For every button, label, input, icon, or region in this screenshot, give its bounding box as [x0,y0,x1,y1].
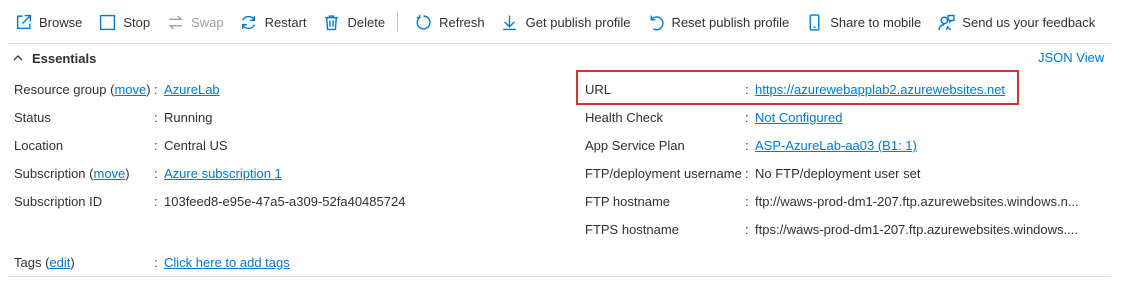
location-row: Location [14,136,63,154]
health-check-row: Health Check [585,108,663,126]
location-value: Central US [164,138,228,153]
feedback-button[interactable]: Send us your feedback [937,8,1095,36]
ftps-hostname-label: FTPS hostname [585,221,679,237]
colon: : [745,222,749,237]
delete-label: Delete [347,14,386,30]
swap-label: Swap [191,14,224,30]
status-value: Running [164,110,213,125]
feedback-person-icon [937,13,955,31]
ftp-username-row: FTP/deployment username [585,164,742,182]
subscription-id-value: 103feed8-e95e-47a5-a309-52fa40485724 [164,194,406,209]
url-row: URL [585,80,611,98]
json-view-link[interactable]: JSON View [1038,50,1104,65]
essentials-toggle[interactable]: Essentials [12,50,96,66]
ftp-username-value: No FTP/deployment user set [755,166,921,181]
tags-edit-link[interactable]: edit [49,255,70,270]
get-publish-profile-label: Get publish profile [525,14,631,30]
stop-button[interactable]: Stop [98,8,150,36]
refresh-icon [414,13,432,31]
download-icon [501,13,519,31]
tags-row: Tags (edit) [14,253,75,271]
tags-label: Tags [14,254,42,270]
colon: : [745,110,749,125]
subscription-id-label: Subscription ID [14,193,103,209]
ftp-username-label: FTP/deployment username [585,165,742,181]
url-value-link[interactable]: https://azurewebapplab2.azurewebsites.ne… [755,82,1005,97]
resource-group-value-link[interactable]: AzureLab [164,82,220,97]
paren-open: ( [85,165,94,181]
ftps-hostname-row: FTPS hostname [585,220,679,238]
subscription-value-link[interactable]: Azure subscription 1 [164,166,282,181]
resource-group-move-link[interactable]: move [114,82,146,97]
ftps-hostname-value: ftps://waws-prod-dm1-207.ftp.azurewebsit… [755,222,1078,237]
reset-publish-profile-button[interactable]: Reset publish profile [646,8,789,36]
paren-close: ) [125,165,130,181]
stop-icon [98,13,116,31]
subscription-label: Subscription [14,165,86,181]
ftp-hostname-label: FTP hostname [585,193,671,209]
paren-open: ( [106,81,115,97]
get-publish-profile-button[interactable]: Get publish profile [501,8,631,36]
restart-button[interactable]: Restart [240,8,307,36]
colon: : [154,110,158,125]
external-link-icon [14,13,32,31]
reset-publish-profile-label: Reset publish profile [671,14,790,30]
subscription-move-link[interactable]: move [94,166,126,181]
subscription-id-row: Subscription ID [14,192,102,210]
app-service-plan-value-link[interactable]: ASP-AzureLab-aa03 (B1: 1) [755,138,917,153]
app-service-plan-label: App Service Plan [585,137,685,153]
paren-open: ( [41,254,50,270]
colon: : [154,255,158,270]
paren-close: ) [70,254,75,270]
status-label: Status [14,109,51,125]
browse-button[interactable]: Browse [14,8,82,36]
restart-icon [240,13,258,31]
resource-group-row: Resource group (move) [14,80,151,98]
undo-icon [646,13,664,31]
delete-button[interactable]: Delete [323,8,386,36]
app-service-plan-row: App Service Plan [585,136,685,154]
swap-button[interactable]: Swap [166,8,224,36]
health-check-label: Health Check [585,109,664,125]
feedback-label: Send us your feedback [962,14,1096,30]
share-to-mobile-button[interactable]: Share to mobile [805,8,921,36]
colon: : [154,194,158,209]
chevron-up-icon [13,55,23,61]
location-label: Location [14,137,64,153]
resource-group-label: Resource group [14,81,107,97]
toolbar-divider-line [8,43,1111,44]
colon: : [154,82,158,97]
ftp-hostname-row: FTP hostname [585,192,670,210]
colon: : [154,138,158,153]
colon: : [745,138,749,153]
colon: : [745,166,749,181]
colon: : [745,194,749,209]
colon: : [745,82,749,97]
paren-close: ) [146,81,151,97]
mobile-phone-icon [805,13,823,31]
share-to-mobile-label: Share to mobile [830,14,922,30]
url-label: URL [585,81,612,97]
essentials-title: Essentials [32,50,97,66]
trash-icon [323,13,341,31]
essentials-bottom-line [8,276,1111,277]
swap-icon [166,13,184,31]
restart-label: Restart [264,14,307,30]
ftp-hostname-value: ftp://waws-prod-dm1-207.ftp.azurewebsite… [755,194,1079,209]
colon: : [154,166,158,181]
browse-label: Browse [39,14,83,30]
health-check-value-link[interactable]: Not Configured [755,110,842,125]
stop-label: Stop [123,14,151,30]
refresh-label: Refresh [439,14,485,30]
command-bar: Browse Stop Swap Restart Delete Refresh [0,0,1128,44]
subscription-row: Subscription (move) [14,164,130,182]
add-tags-link[interactable]: Click here to add tags [164,255,290,270]
refresh-button[interactable]: Refresh [414,8,485,36]
status-row: Status [14,108,51,126]
toolbar-divider [397,12,399,32]
